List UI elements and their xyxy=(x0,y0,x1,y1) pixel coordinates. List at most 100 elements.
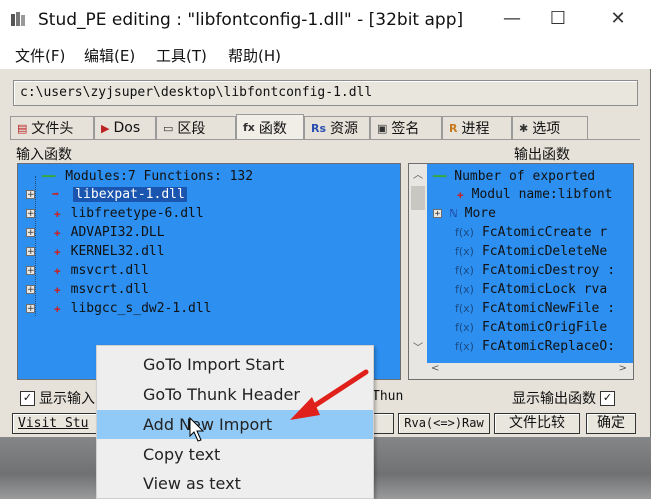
tab-headers[interactable]: ▤ 文件头 xyxy=(10,116,94,139)
scroll-down-icon[interactable]: ﹀ xyxy=(409,340,427,358)
expand-toggle[interactable]: + xyxy=(26,228,35,238)
rva-raw-button[interactable]: Rva(<=>)Raw xyxy=(398,413,490,434)
tab-functions[interactable]: fx 函数 xyxy=(236,114,304,140)
module-name: libexpat-1.dll xyxy=(73,186,187,202)
checkbox-checked-icon[interactable]: ✓ xyxy=(20,390,35,406)
export-count: Number of exported xyxy=(454,168,596,184)
module-icon: ✚ xyxy=(54,263,61,277)
expand-toggle[interactable]: + xyxy=(26,285,35,295)
module-name: libfreetype-6.dll xyxy=(70,205,204,221)
headers-icon: ▤ xyxy=(17,121,28,135)
title-bar: Stud_PE editing : "libfontconfig-1.dll" … xyxy=(0,0,651,39)
tab-label: 文件头 xyxy=(31,121,74,137)
module-icon: ✚ xyxy=(457,187,464,201)
tab-resources[interactable]: Rs 资源 xyxy=(304,116,370,139)
exports-list[interactable]: ︿ ﹀ ━━ Number of exported ✚ Modul name:l… xyxy=(408,163,634,380)
module-row[interactable]: ✚ KERNEL32.dll xyxy=(30,242,165,260)
options-icon: ✱ xyxy=(519,121,529,135)
module-name: ADVAPI32.DLL xyxy=(70,224,165,240)
expand-toggle[interactable]: + xyxy=(26,209,35,219)
module-row[interactable]: ✚ libgcc_s_dw2-1.dll xyxy=(30,299,212,317)
export-function-row[interactable]: f(x) FcAtomicReplaceO: xyxy=(433,337,615,355)
visit-button[interactable]: Visit Stu xyxy=(12,413,98,434)
horizontal-scrollbar[interactable]: < > xyxy=(427,363,633,379)
show-exports-option[interactable]: 显示输出函数 ✓ xyxy=(512,388,615,408)
module-name: KERNEL32.dll xyxy=(70,243,165,259)
menu-edit[interactable]: 编辑(E) xyxy=(84,45,135,66)
maximize-button[interactable]: ☐ xyxy=(544,8,572,30)
expand-toggle[interactable]: + xyxy=(26,190,35,200)
summary-icon: ━━ xyxy=(42,169,56,183)
export-function-row[interactable]: f(x) FcAtomicOrigFile xyxy=(433,318,607,336)
expand-toggle[interactable]: + xyxy=(26,247,35,257)
scroll-thumb[interactable] xyxy=(411,186,425,210)
expand-toggle[interactable]: + xyxy=(26,304,35,314)
module-row[interactable]: ✚ libfreetype-6.dll xyxy=(30,204,204,222)
scroll-right-icon[interactable]: > xyxy=(619,363,627,374)
show-imports-option[interactable]: ✓ 显示输入 xyxy=(20,388,95,408)
export-function-row[interactable]: f(x) FcAtomicLock rva xyxy=(433,280,607,298)
menu-bar: 文件(F) 编辑(E) 工具(T) 帮助(H) xyxy=(0,39,651,69)
imports-summary: Modules:7 Functions: 132 xyxy=(65,168,254,184)
module-name: msvcrt.dll xyxy=(70,262,149,278)
module-row[interactable]: ✚ msvcrt.dll xyxy=(30,280,149,298)
export-function-row[interactable]: f(x) FcAtomicDeleteNe xyxy=(433,242,607,260)
partial-button[interactable] xyxy=(372,413,394,434)
tab-label: 选项 xyxy=(532,121,561,137)
compare-files-button[interactable]: 文件比较 xyxy=(494,413,580,434)
function-name: FcAtomicDestroy : xyxy=(481,262,616,278)
close-button[interactable]: ✕ xyxy=(604,8,632,30)
window-title: Stud_PE editing : "libfontconfig-1.dll" … xyxy=(38,10,464,30)
function-name: FcAtomicCreate r xyxy=(481,224,608,240)
scroll-up-icon[interactable]: ︿ xyxy=(409,167,427,185)
module-row[interactable]: ✚ ADVAPI32.DLL xyxy=(30,223,165,241)
signature-icon: ▣ xyxy=(377,121,388,135)
module-row[interactable]: ➡ libexpat-1.dll xyxy=(30,185,187,203)
exports-scrollbar[interactable]: ︿ ﹀ xyxy=(409,164,427,379)
arrow-right-icon: ➡ xyxy=(52,187,60,201)
tab-sections[interactable]: ▭ 区段 xyxy=(156,116,236,139)
tab-process[interactable]: R 进程 xyxy=(442,116,512,139)
module-name: msvcrt.dll xyxy=(70,281,149,297)
menu-item-add-new-import[interactable]: Add New Import xyxy=(97,410,373,439)
expand-toggle[interactable]: + xyxy=(433,208,442,218)
export-function-row[interactable]: f(x) FcAtomicNewFile : xyxy=(433,299,615,317)
function-icon: f(x) xyxy=(455,320,474,334)
module-row[interactable]: ✚ msvcrt.dll xyxy=(30,261,149,279)
module-icon: ✚ xyxy=(54,244,61,258)
menu-help[interactable]: 帮助(H) xyxy=(228,45,281,66)
export-header-row[interactable]: + ℕ More xyxy=(433,204,496,222)
menu-item-view-as-text[interactable]: View as text xyxy=(97,469,373,498)
minimize-button[interactable]: — xyxy=(498,8,526,30)
export-function-row[interactable]: f(x) FcAtomicDestroy : xyxy=(433,261,615,279)
scroll-left-icon[interactable]: < xyxy=(431,363,439,374)
function-name: FcAtomicNewFile : xyxy=(481,300,616,316)
menu-tools[interactable]: 工具(T) xyxy=(156,45,207,66)
function-icon: f(x) xyxy=(455,282,474,296)
sections-icon: ▭ xyxy=(163,121,174,135)
expand-toggle[interactable]: + xyxy=(26,266,35,276)
process-icon: R xyxy=(449,121,458,135)
function-icon: f(x) xyxy=(455,225,474,239)
show-exports-label: 显示输出函数 xyxy=(512,391,596,407)
menu-item-copy-text[interactable]: Copy text xyxy=(97,440,373,469)
thunk-label: Thun xyxy=(372,389,404,404)
function-name: FcAtomicReplaceO: xyxy=(481,338,616,354)
fx-icon: fx xyxy=(243,121,255,134)
show-imports-label: 显示输入 xyxy=(39,391,95,407)
export-header-row: ✚ Modul name:libfont xyxy=(433,185,613,203)
tab-dos[interactable]: ▶ Dos xyxy=(94,116,156,139)
checkbox-checked-icon[interactable]: ✓ xyxy=(600,390,615,406)
function-icon: f(x) xyxy=(455,339,474,353)
module-icon: ✚ xyxy=(54,301,61,315)
menu-item-goto-thunk-header[interactable]: GoTo Thunk Header xyxy=(97,380,373,409)
menu-file[interactable]: 文件(F) xyxy=(15,45,65,66)
export-function-row[interactable]: f(x) FcAtomicCreate r xyxy=(433,223,607,241)
file-path-field[interactable]: c:\users\zyjsuper\desktop\libfontconfig-… xyxy=(13,80,638,106)
tab-options[interactable]: ✱ 选项 xyxy=(512,116,588,139)
ok-button[interactable]: 确定 xyxy=(586,413,636,434)
module-icon: ✚ xyxy=(54,225,61,239)
menu-item-goto-import-start[interactable]: GoTo Import Start xyxy=(97,350,373,379)
tab-signature[interactable]: ▣ 签名 xyxy=(370,116,442,139)
tab-label: Dos xyxy=(113,120,141,136)
